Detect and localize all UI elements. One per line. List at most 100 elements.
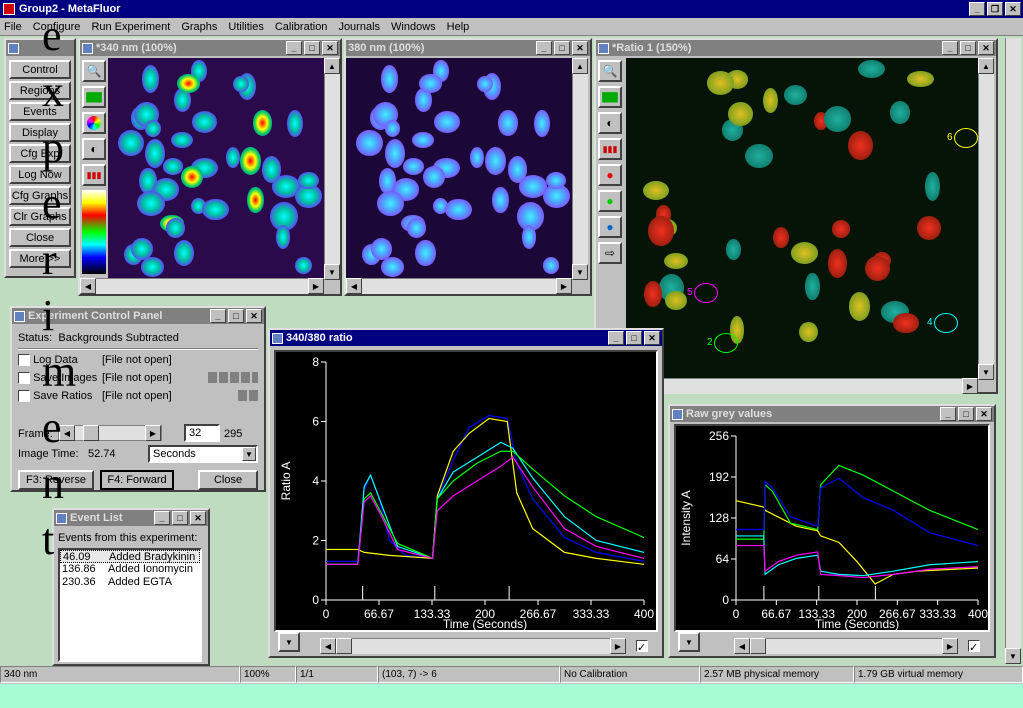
maximize-button[interactable]: □ (304, 41, 320, 55)
scroll-right-icon[interactable]: ▶ (556, 278, 572, 294)
vertical-scrollbar[interactable]: ▲ ▼ (572, 58, 588, 280)
blue-region-icon[interactable]: ● (598, 216, 622, 238)
scroll-left-icon[interactable]: ◀ (80, 278, 96, 294)
graph-tool-icon[interactable]: ▇▇ (598, 86, 622, 108)
scroll-right-icon[interactable]: ▶ (942, 638, 958, 654)
close-panel-button[interactable]: Close (198, 470, 258, 490)
event-row[interactable]: 230.36 Added EGTA (60, 576, 200, 589)
scroll-left-icon[interactable]: ◀ (346, 278, 362, 294)
minimize-button[interactable]: _ (286, 41, 302, 55)
minimize-button[interactable]: _ (940, 407, 956, 421)
lut-tool-icon[interactable]: ▮▮▮ (598, 138, 622, 160)
close-button[interactable]: ✕ (572, 41, 588, 55)
minimize-button[interactable]: _ (942, 41, 958, 55)
maximize-button[interactable]: □ (172, 511, 188, 525)
menu-help[interactable]: Help (447, 21, 470, 33)
region-marker[interactable]: 4 (927, 313, 958, 333)
horizontal-scrollbar[interactable]: ▶ (626, 378, 978, 394)
lut-tool-icon[interactable]: ▮▮▮ (82, 164, 106, 186)
event-row[interactable]: 136.86 Added Ionomycin (60, 563, 200, 576)
contrast-icon[interactable]: ◐ (598, 112, 622, 134)
save-images-checkbox[interactable] (18, 372, 30, 385)
maximize-button[interactable]: □ (626, 331, 642, 345)
vertical-scrollbar[interactable]: ▲ ▼ (324, 58, 340, 280)
scroll-down-icon[interactable]: ▼ (978, 364, 994, 380)
scroll-up-icon[interactable]: ▲ (978, 58, 994, 74)
graph-tool-icon[interactable]: ▇▇ (82, 86, 106, 108)
contrast-icon[interactable]: ◐ (82, 138, 106, 160)
zoom-tool-icon[interactable]: 🔍 (82, 60, 106, 82)
ratio-image-canvas[interactable]: 6 5 2 4 (626, 58, 978, 378)
scroll-thumb[interactable] (336, 638, 352, 654)
close-button[interactable]: ✕ (644, 331, 660, 345)
scroll-left-icon[interactable]: ◀ (734, 638, 750, 654)
menu-utilities[interactable]: Utilities (228, 21, 263, 33)
scroll-right-icon[interactable]: ▶ (145, 425, 161, 441)
scroll-left-icon[interactable]: ◀ (320, 638, 336, 654)
close-button[interactable]: ✕ (976, 407, 992, 421)
color-wheel-icon[interactable] (82, 112, 106, 134)
scroll-down-icon[interactable]: ▼ (1005, 648, 1021, 664)
scroll-right-icon[interactable]: ▶ (962, 378, 978, 394)
close-button[interactable]: ✕ (1005, 2, 1021, 16)
menu-calibration[interactable]: Calibration (275, 21, 328, 33)
scroll-right-icon[interactable]: ▶ (308, 278, 324, 294)
region-marker[interactable]: 2 (707, 333, 738, 353)
menu-graphs[interactable]: Graphs (181, 21, 217, 33)
horizontal-scrollbar[interactable]: ◀ ▶ (80, 278, 324, 294)
sidebar-button-9[interactable]: More >> (9, 249, 71, 268)
event-listbox[interactable]: 46.09 Added Bradykinin 136.86 Added Ionomyc… (58, 548, 202, 662)
save-ratios-checkbox[interactable] (18, 390, 30, 403)
ratio-plot-area[interactable]: 0 2 4 6 8 0 66.67 133.33 200 266.67 333.33 400 Time … (274, 350, 658, 632)
slider-thumb[interactable] (83, 425, 99, 441)
event-row[interactable]: 46.09 Added Bradykinin (60, 550, 200, 563)
menu-file[interactable]: File (4, 21, 22, 33)
image-340-canvas[interactable] (108, 58, 324, 280)
scroll-up-icon[interactable]: ▲ (324, 58, 340, 74)
graph-menu-button[interactable]: ▼ (278, 632, 300, 652)
minimize-button[interactable]: _ (608, 331, 624, 345)
vertical-scrollbar[interactable]: ▲ ▼ (978, 58, 994, 380)
horizontal-scrollbar[interactable]: ◀ ▶ (346, 278, 572, 294)
autoscale-checkbox[interactable]: ✓ (636, 640, 648, 654)
green-region-icon[interactable]: ● (598, 190, 622, 212)
graph-menu-button[interactable]: ▼ (678, 632, 700, 652)
minimize-button[interactable]: _ (969, 2, 985, 16)
raw-plot-area[interactable]: 0 64 128 192 256 0 66.67 133.33 200 266.67 333.33 4… (674, 424, 990, 632)
maximize-button[interactable]: □ (228, 309, 244, 323)
close-button[interactable]: ✕ (322, 41, 338, 55)
scroll-down-icon[interactable]: ▼ (324, 264, 340, 280)
restore-button[interactable]: ❐ (987, 2, 1003, 16)
units-select[interactable]: Seconds ▼ (148, 445, 258, 463)
scroll-down-icon[interactable]: ▼ (572, 264, 588, 280)
sidebar-button-8[interactable]: Close (9, 228, 71, 247)
autoscale-checkbox[interactable]: ✓ (968, 640, 980, 654)
main-vertical-scrollbar[interactable]: ▼ (1005, 38, 1021, 664)
frame-input[interactable]: 32 (184, 424, 220, 442)
menu-journals[interactable]: Journals (338, 21, 380, 33)
close-button[interactable]: ✕ (978, 41, 994, 55)
forward-button[interactable]: F4: Forward (100, 470, 174, 490)
graph-scrollbar[interactable]: ◀ ▶ (734, 638, 958, 654)
region-marker[interactable]: 6 (947, 128, 978, 148)
minimize-button[interactable]: _ (536, 41, 552, 55)
scroll-up-icon[interactable]: ▲ (572, 58, 588, 74)
region-marker[interactable]: 5 (687, 283, 718, 303)
menu-windows[interactable]: Windows (391, 21, 436, 33)
sidebar-button-7[interactable]: Clr Graphs (9, 207, 71, 226)
close-button[interactable]: ✕ (190, 511, 206, 525)
image-380-canvas[interactable] (346, 58, 572, 280)
chevron-down-icon[interactable]: ▼ (242, 447, 256, 461)
maximize-button[interactable]: □ (554, 41, 570, 55)
maximize-button[interactable]: □ (958, 407, 974, 421)
scroll-thumb[interactable] (750, 638, 766, 654)
frame-slider[interactable]: ◀ ▶ (58, 425, 162, 441)
graph-scrollbar[interactable]: ◀ ▶ (320, 638, 626, 654)
sidebar-button-6[interactable]: Cfg Graphs (9, 186, 71, 205)
log-data-checkbox[interactable] (18, 354, 30, 367)
close-button[interactable]: ✕ (246, 309, 262, 323)
scroll-right-icon[interactable]: ▶ (610, 638, 626, 654)
minimize-button[interactable]: _ (154, 511, 170, 525)
zoom-tool-icon[interactable]: 🔍 (598, 60, 622, 82)
red-region-icon[interactable]: ● (598, 164, 622, 186)
